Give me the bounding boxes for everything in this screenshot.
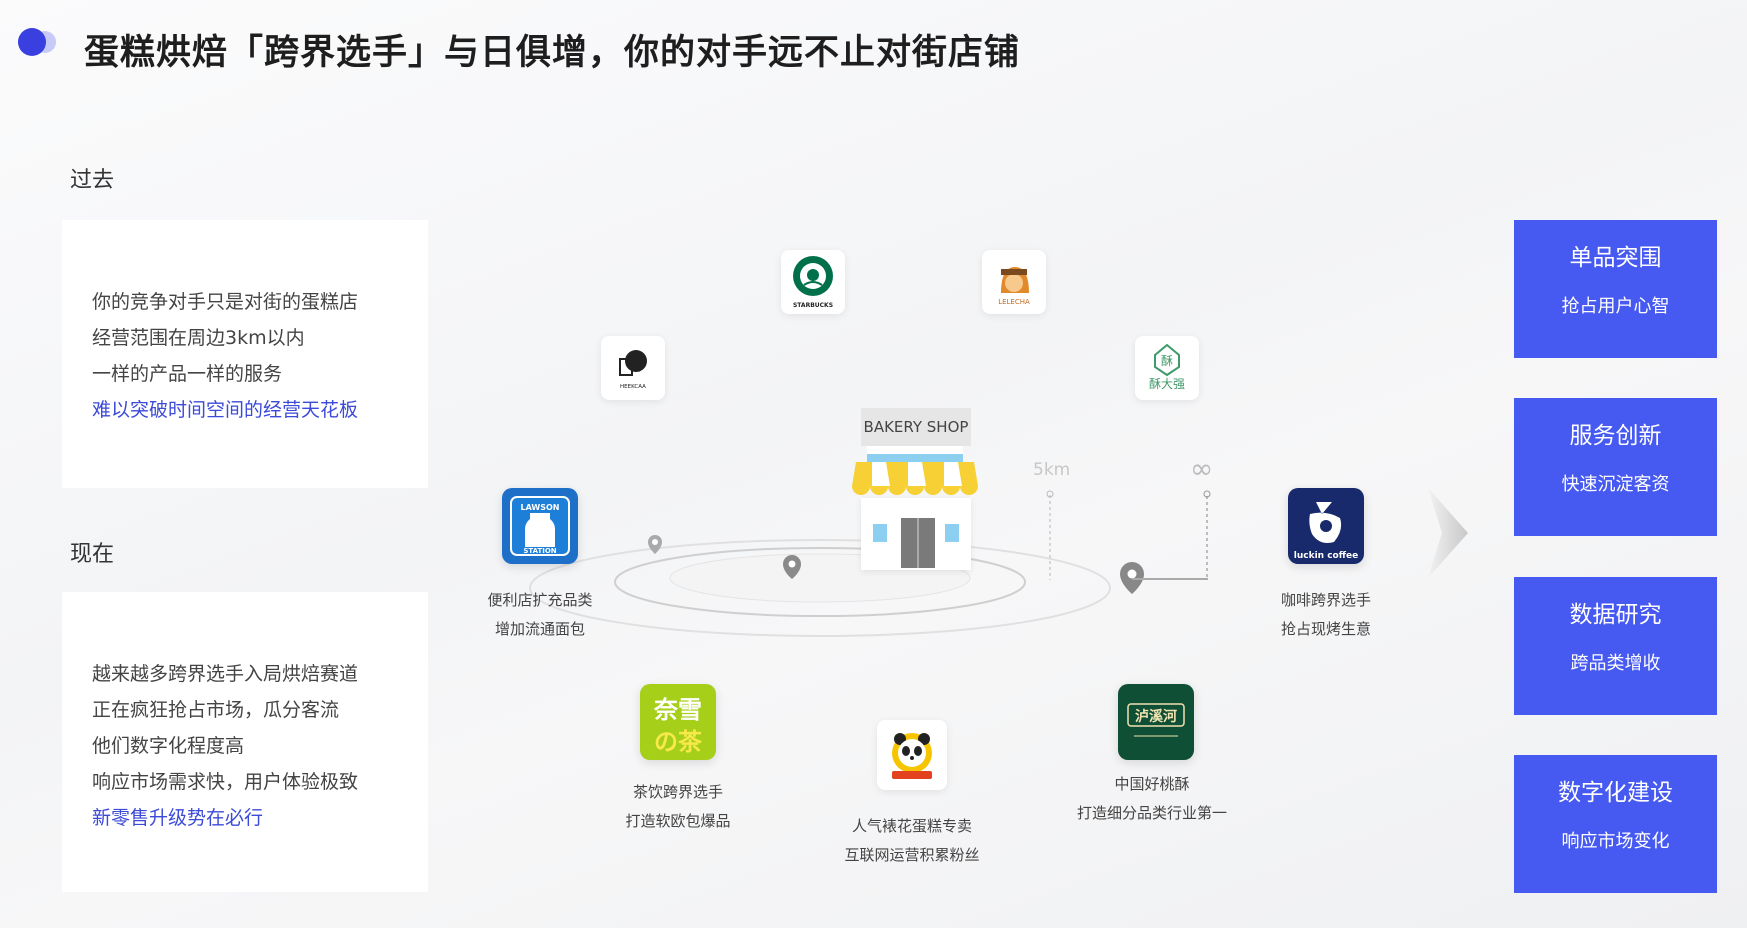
card-single-product: 单品突围 抢占用户心智	[1514, 220, 1717, 358]
luckin-caption: 咖啡跨界选手 抢占现烤生意	[1280, 591, 1372, 638]
lawson-caption: 便利店扩充品类 增加流通面包	[487, 591, 593, 638]
panda-caption: 人气裱花蛋糕专卖 互联网运营积累粉丝	[844, 817, 980, 864]
luckin-text: luckin coffee	[1294, 551, 1358, 561]
card-title: 单品突围	[1569, 245, 1662, 271]
sudaqiang-text: 酥大强	[1149, 377, 1185, 391]
card-title: 数字化建设	[1558, 780, 1673, 806]
card-sub: 快速沉淀客资	[1561, 474, 1670, 495]
now-label: 现在	[70, 542, 115, 567]
infinity-label: ∞	[1190, 452, 1214, 485]
lelecha-logo-icon: LELECHA	[982, 250, 1046, 314]
now-card: 越来越多跨界选手入局烘焙赛道 正在疯狂抢占市场，瓜分客流 他们数字化程度高 响应…	[62, 592, 428, 892]
starbucks-text: STARBUCKS	[793, 302, 833, 309]
now-line: 正在疯狂抢占市场，瓜分客流	[92, 699, 340, 721]
luxihe-logo-icon: 泸溪河	[1118, 684, 1194, 760]
card-sub: 跨品类增收	[1570, 653, 1661, 674]
past-line: 一样的产品一样的服务	[92, 363, 283, 385]
card-title: 数据研究	[1569, 602, 1662, 628]
naixue-text-2: の茶	[654, 728, 703, 756]
luxihe-caption: 中国好桃酥 打造细分品类行业第一	[1076, 775, 1228, 822]
lawson-text: LAWSON	[520, 503, 559, 512]
lawson-logo-icon: LAWSON STATION	[502, 488, 578, 564]
chevron-right-icon	[1428, 488, 1468, 578]
card-digital-construction: 数字化建设 响应市场变化	[1514, 755, 1717, 893]
naixue-logo-icon: 奈雪 の茶	[640, 684, 716, 760]
now-line: 他们数字化程度高	[92, 735, 245, 757]
card-title: 服务创新	[1569, 423, 1662, 449]
svg-text:酥: 酥	[1161, 354, 1173, 368]
panda-logo-icon	[877, 720, 947, 790]
luckin-logo-icon: luckin coffee	[1288, 488, 1364, 564]
card-service-innovation: 服务创新 快速沉淀客资	[1514, 398, 1717, 536]
competition-diagram: 5km ∞ BAKERY SHOP STARBUCKS LELECHA HEEK…	[440, 220, 1371, 920]
card-data-research: 数据研究 跨品类增收	[1514, 577, 1717, 715]
past-line: 你的竞争对手只是对街的蛋糕店	[92, 291, 359, 313]
bakery-shop-icon: BAKERY SHOP	[852, 408, 978, 580]
past-label: 过去	[70, 168, 115, 193]
heekcaa-text: HEEKCAA	[620, 384, 646, 390]
page-title: 蛋糕烘焙「跨界选手」与日俱增，你的对手远不止对街店铺	[84, 33, 1021, 73]
card-sub: 响应市场变化	[1561, 831, 1670, 852]
luxihe-text: 泸溪河	[1135, 708, 1177, 725]
past-line: 经营范围在周边3km以内	[92, 327, 305, 349]
naixue-caption: 茶饮跨界选手 打造软欧包爆品	[625, 783, 731, 830]
distance-label: 5km	[1033, 460, 1071, 480]
shop-sign: BAKERY SHOP	[863, 418, 969, 436]
title-dot-icon	[18, 28, 58, 56]
now-line: 响应市场需求快，用户体验极致	[92, 771, 359, 793]
now-highlight: 新零售升级势在必行	[92, 807, 264, 829]
lelecha-text: LELECHA	[998, 298, 1030, 306]
sudaqiang-logo-icon: 酥 酥大强	[1135, 336, 1199, 400]
now-line: 越来越多跨界选手入局烘焙赛道	[92, 663, 359, 685]
lawson-station-text: STATION	[523, 547, 556, 555]
heekcaa-logo-icon: HEEKCAA	[601, 336, 665, 400]
past-card: 你的竞争对手只是对街的蛋糕店 经营范围在周边3km以内 一样的产品一样的服务 难…	[62, 220, 428, 488]
starbucks-logo-icon: STARBUCKS	[781, 250, 845, 314]
past-highlight: 难以突破时间空间的经营天花板	[92, 399, 359, 421]
naixue-text-1: 奈雪	[653, 696, 702, 724]
card-sub: 抢占用户心智	[1561, 296, 1670, 317]
